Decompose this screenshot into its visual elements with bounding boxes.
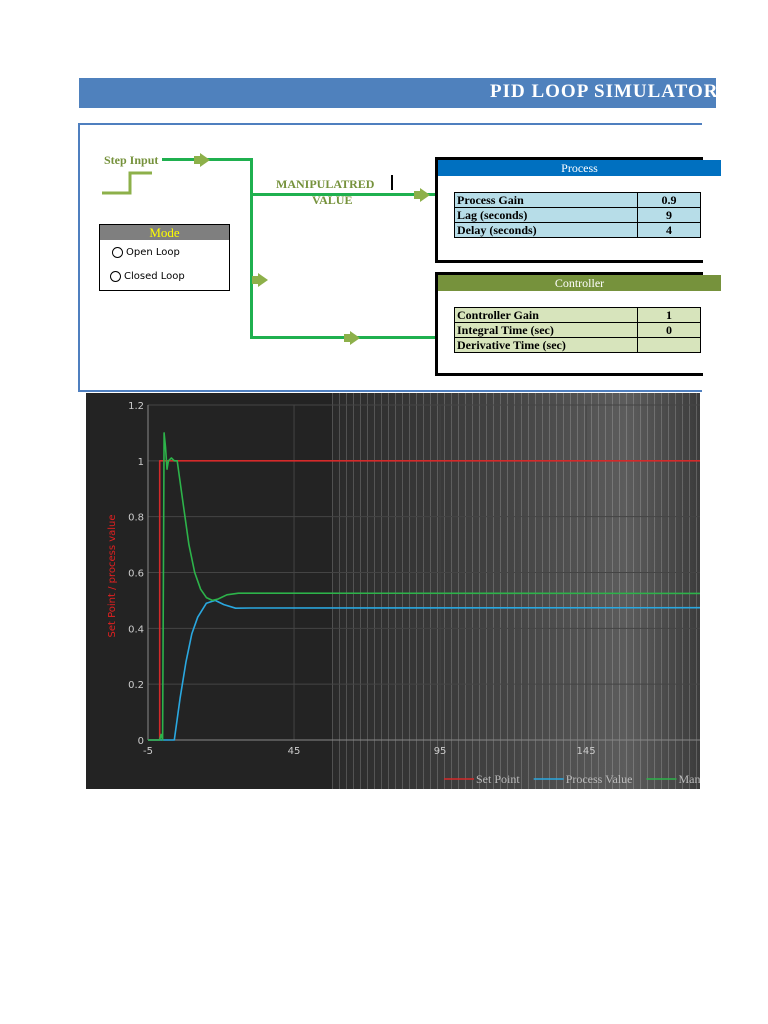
- arrow-icon: [344, 331, 360, 345]
- y-tick-label: 0.8: [128, 513, 144, 524]
- table-row: Process Gain 0.9: [454, 192, 701, 208]
- table-row: Controller Gain 1: [454, 307, 701, 323]
- radio-label: Open Loop: [126, 247, 180, 258]
- process-title: Process: [438, 160, 721, 176]
- mode-box: Mode Open Loop Closed Loop: [99, 224, 230, 291]
- series-line-manipulated-value: [148, 432, 700, 741]
- table-row: Lag (seconds) 9: [454, 207, 701, 223]
- param-label: Integral Time (sec): [454, 322, 638, 338]
- step-input-label: Step Input: [104, 153, 159, 167]
- legend-label: Set Point: [476, 772, 520, 786]
- title-bar: PID LOOP SIMULATOR: [79, 78, 716, 108]
- process-box: Process Process Gain 0.9 Lag (seconds) 9 D…: [435, 157, 721, 263]
- process-gain-input[interactable]: 0.9: [637, 192, 701, 208]
- y-axis-label: Set Point / process value: [107, 514, 118, 637]
- param-label: Lag (seconds): [454, 207, 638, 223]
- y-tick-label: 0.2: [128, 680, 144, 691]
- x-tick-label: -5: [143, 746, 153, 757]
- table-row: Integral Time (sec) 0: [454, 322, 701, 338]
- y-tick-label: 1.2: [128, 401, 144, 412]
- process-table: Process Gain 0.9 Lag (seconds) 9 Delay (se…: [454, 192, 701, 238]
- controller-gain-input[interactable]: 1: [637, 307, 701, 323]
- legend-label: Process Value: [566, 772, 633, 786]
- param-label: Process Gain: [454, 192, 638, 208]
- chart-svg: 00.20.40.60.811.2-5 45 95 145Set Point / pr…: [107, 401, 700, 786]
- x-tick-label: 95: [434, 746, 447, 757]
- controller-table: Controller Gain 1 Integral Time (sec) 0 De…: [454, 307, 701, 353]
- radio-icon: [112, 247, 123, 258]
- controller-title: Controller: [438, 275, 721, 291]
- series-line-process-value: [148, 599, 700, 741]
- table-row: Derivative Time (sec): [454, 337, 701, 353]
- derivative-time-input[interactable]: [637, 337, 701, 353]
- mv-label-1: MANIPULATRED: [276, 177, 375, 191]
- controller-box: Controller Controller Gain 1 Integral Tim…: [435, 272, 721, 376]
- y-tick-label: 0.6: [128, 569, 144, 580]
- series-line-set-point: [148, 460, 700, 741]
- mv-label-2: VALUE: [312, 193, 353, 207]
- radio-closed-loop[interactable]: Closed Loop: [110, 271, 185, 282]
- y-tick-label: 0.4: [128, 624, 144, 635]
- integral-time-input[interactable]: 0: [637, 322, 701, 338]
- y-tick-label: 1: [138, 457, 144, 468]
- param-label: Controller Gain: [454, 307, 638, 323]
- table-row: Delay (seconds) 4: [454, 222, 701, 238]
- marker: [391, 175, 393, 190]
- lag-input[interactable]: 9: [637, 207, 701, 223]
- radio-open-loop[interactable]: Open Loop: [112, 247, 180, 258]
- param-label: Derivative Time (sec): [454, 337, 638, 353]
- mode-title: Mode: [100, 225, 229, 240]
- arrow-icon: [194, 153, 210, 167]
- step-icon: [102, 171, 152, 195]
- param-label: Delay (seconds): [454, 222, 638, 238]
- page-title: PID LOOP SIMULATOR: [490, 81, 716, 102]
- response-chart: 0 0.2 0.4 0.6 0.8 1 1.2 -5 45 95 145 Set Point / pr…: [86, 393, 700, 789]
- radio-icon: [110, 271, 121, 282]
- arrow-icon: [414, 188, 430, 202]
- delay-input[interactable]: 4: [637, 222, 701, 238]
- arrow-icon: [252, 273, 268, 287]
- x-tick-label: 145: [577, 746, 596, 757]
- legend-label: Manipulated Value: [678, 772, 700, 786]
- radio-label: Closed Loop: [124, 271, 185, 282]
- x-tick-label: 45: [288, 746, 301, 757]
